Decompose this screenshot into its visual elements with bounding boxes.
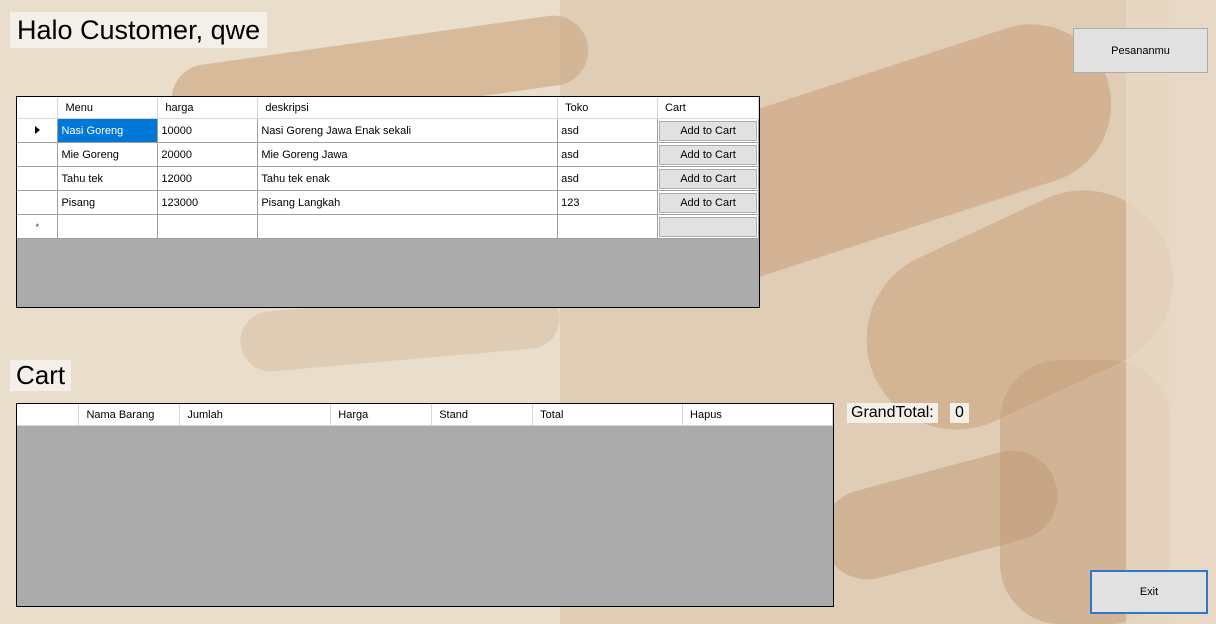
cell-harga[interactable]: 12000 [157, 166, 259, 191]
col-header-toko[interactable]: Toko [557, 97, 659, 119]
cell-toko[interactable]: asd [557, 142, 659, 167]
col-header-hapus[interactable]: Hapus [682, 404, 833, 426]
cell-toko[interactable]: 123 [557, 190, 659, 215]
cell-toko-empty[interactable] [557, 214, 659, 239]
table-row[interactable]: Pisang 123000 Pisang Langkah 123 Add to … [17, 190, 759, 215]
col-header-harga[interactable]: harga [157, 97, 259, 119]
cell-menu[interactable]: Mie Goreng [57, 142, 159, 167]
cart-header-row: Nama Barang Jumlah Harga Stand Total Hap… [17, 404, 833, 426]
pesananmu-button[interactable]: Pesananmu [1073, 28, 1208, 73]
col-header-jumlah[interactable]: Jumlah [179, 404, 332, 426]
cell-deskripsi[interactable]: Nasi Goreng Jawa Enak sekali [257, 118, 559, 143]
table-row[interactable]: Nasi Goreng 10000 Nasi Goreng Jawa Enak … [17, 118, 759, 143]
col-header-menu[interactable]: Menu [57, 97, 159, 119]
greeting-title: Halo Customer, qwe [10, 12, 268, 48]
row-header-corner [17, 97, 59, 119]
row-header-corner [17, 404, 80, 426]
cell-deskripsi[interactable]: Tahu tek enak [257, 166, 559, 191]
row-header[interactable] [17, 166, 59, 191]
col-header-cart[interactable]: Cart [657, 97, 759, 119]
new-row-marker-icon: * [17, 214, 59, 239]
cell-toko[interactable]: asd [557, 166, 659, 191]
cell-menu-empty[interactable] [57, 214, 159, 239]
cell-menu[interactable]: Tahu tek [57, 166, 159, 191]
cell-harga[interactable]: 123000 [157, 190, 259, 215]
add-to-cart-button[interactable]: Add to Cart [659, 144, 757, 165]
row-header[interactable] [17, 142, 59, 167]
col-header-harga[interactable]: Harga [330, 404, 433, 426]
cell-harga[interactable]: 10000 [157, 118, 259, 143]
table-row[interactable]: Mie Goreng 20000 Mie Goreng Jawa asd Add… [17, 142, 759, 167]
current-row-arrow-icon[interactable] [17, 118, 59, 143]
col-header-total[interactable]: Total [532, 404, 684, 426]
cell-toko[interactable]: asd [557, 118, 659, 143]
col-header-nama-barang[interactable]: Nama Barang [78, 404, 181, 426]
add-to-cart-button[interactable]: Add to Cart [659, 168, 757, 189]
col-header-stand[interactable]: Stand [431, 404, 534, 426]
cell-menu[interactable]: Nasi Goreng [57, 118, 159, 143]
cell-harga[interactable]: 20000 [157, 142, 259, 167]
grand-total-label: GrandTotal: [847, 403, 938, 423]
cell-menu[interactable]: Pisang [57, 190, 159, 215]
empty-cart-button[interactable] [659, 216, 757, 237]
table-row[interactable]: Tahu tek 12000 Tahu tek enak asd Add to … [17, 166, 759, 191]
menu-header-row: Menu harga deskripsi Toko Cart [17, 97, 759, 119]
col-header-deskripsi[interactable]: deskripsi [257, 97, 559, 119]
cart-grid[interactable]: Nama Barang Jumlah Harga Stand Total Hap… [16, 403, 834, 607]
cell-deskripsi-empty[interactable] [257, 214, 559, 239]
grand-total-value: 0 [950, 403, 969, 423]
cell-deskripsi[interactable]: Pisang Langkah [257, 190, 559, 215]
new-row[interactable]: * [17, 214, 759, 239]
cart-title: Cart [10, 360, 72, 391]
add-to-cart-button[interactable]: Add to Cart [659, 120, 757, 141]
cell-deskripsi[interactable]: Mie Goreng Jawa [257, 142, 559, 167]
cell-harga-empty[interactable] [157, 214, 259, 239]
row-header[interactable] [17, 190, 59, 215]
exit-button[interactable]: Exit [1090, 570, 1208, 614]
add-to-cart-button[interactable]: Add to Cart [659, 192, 757, 213]
menu-grid[interactable]: Menu harga deskripsi Toko Cart Nasi Gore… [16, 96, 760, 308]
